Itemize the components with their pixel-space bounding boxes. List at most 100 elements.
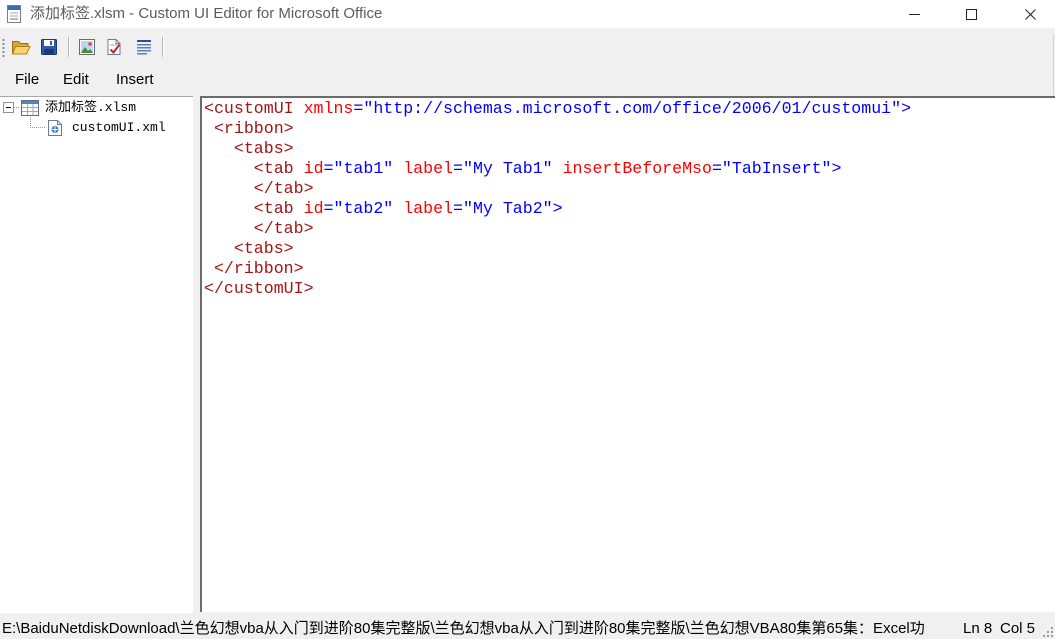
minimize-button[interactable] (891, 0, 937, 28)
xml-space-token (393, 159, 403, 178)
maximize-icon (965, 8, 977, 20)
code-line: <tabs> (204, 239, 911, 259)
tree-item-customui-xml[interactable]: customUI.xml (44, 118, 174, 138)
xml-value-token: "tab2" (333, 199, 394, 218)
xml-operator-token: = (453, 199, 463, 218)
toolbar (0, 28, 170, 66)
xml-space-token (393, 199, 403, 218)
xml-space-token (294, 99, 304, 118)
close-icon (1024, 8, 1036, 20)
xml-space-token (294, 199, 304, 218)
maximize-button[interactable] (948, 0, 994, 28)
xml-tag-token: </tab> (253, 219, 314, 238)
collapse-toggle[interactable] (3, 102, 14, 113)
xml-tag-token: </tab> (253, 179, 314, 198)
tree-item-workbook[interactable]: 添加标签.xlsm (18, 98, 158, 118)
code-line: <tab id="tab1" label="My Tab1" insertBef… (204, 159, 911, 179)
xml-tag-token: <tabs> (233, 239, 294, 258)
xml-space-token (204, 259, 214, 278)
xml-attribute-token: id (303, 199, 324, 218)
insert-icons-button[interactable] (75, 35, 99, 59)
xml-operator-token: = (453, 159, 463, 178)
toolbar-separator (68, 37, 69, 57)
xml-space-token (553, 159, 563, 178)
minimize-icon (908, 9, 920, 20)
code-content: <customUI xmlns="http://schemas.microsof… (202, 98, 911, 299)
generate-callbacks-icon (135, 38, 153, 56)
status-bar: E:\BaiduNetdiskDownload\兰色幻想vba从入门到进阶80集… (0, 618, 1055, 639)
xml-operator-token: = (323, 159, 334, 178)
open-folder-icon (11, 38, 31, 56)
menu-insert[interactable]: Insert (116, 69, 154, 91)
xml-value-token: "TabInsert" (721, 159, 832, 178)
xml-space-token (204, 159, 254, 178)
xml-attribute-token: insertBeforeMso (562, 159, 712, 178)
xml-space-token (204, 139, 234, 158)
xml-operator-token: = (353, 99, 364, 118)
xml-operator-token: > (831, 159, 842, 178)
xml-value-token: "My Tab2" (462, 199, 553, 218)
workbook-document-icon[interactable] (6, 4, 22, 24)
menu-bar: File Edit Insert (0, 66, 1055, 95)
code-line: <tab id="tab2" label="My Tab2"> (204, 199, 911, 219)
code-line: </tab> (204, 179, 911, 199)
xml-tag-token: </customUI> (204, 279, 314, 298)
xml-attribute-token: xmlns (303, 99, 354, 118)
xml-attribute-token: id (303, 159, 324, 178)
open-button[interactable] (9, 35, 33, 59)
code-line: <ribbon> (204, 119, 911, 139)
status-column: Col 5 (1000, 620, 1036, 637)
xml-tag-token: <tab (253, 199, 294, 218)
insert-picture-icon (78, 38, 96, 56)
xml-space-token (204, 219, 254, 238)
xml-value-token: "http://schemas.microsoft.com/office/200… (363, 99, 902, 118)
status-line: Ln 8 (963, 620, 993, 637)
xml-file-icon (46, 119, 64, 137)
xml-attribute-token: label (403, 159, 454, 178)
window-title: 添加标签.xlsm - Custom UI Editor for Microso… (30, 5, 383, 22)
validate-icon (105, 38, 123, 56)
xml-tag-token: <ribbon> (213, 119, 294, 138)
xml-space-token (204, 119, 214, 138)
xml-space-token (204, 179, 254, 198)
panel-splitter[interactable] (193, 96, 200, 613)
menu-edit[interactable]: Edit (63, 69, 89, 91)
xml-operator-token: = (711, 159, 722, 178)
code-line: <tabs> (204, 139, 911, 159)
menu-file[interactable]: File (15, 69, 39, 91)
xml-tag-token: <customUI (204, 99, 294, 118)
code-editor[interactable]: <customUI xmlns="http://schemas.microsof… (200, 96, 1055, 612)
xml-operator-token: = (323, 199, 334, 218)
resize-grip-icon[interactable] (1043, 627, 1054, 638)
code-line: </tab> (204, 219, 911, 239)
xml-operator-token: > (552, 199, 563, 218)
minus-icon (6, 107, 11, 108)
xml-value-token: "My Tab1" (462, 159, 553, 178)
code-line: <customUI xmlns="http://schemas.microsof… (204, 99, 911, 119)
xml-space-token (204, 199, 254, 218)
code-line: </ribbon> (204, 259, 911, 279)
toolbar-grip[interactable] (2, 38, 5, 58)
tree-line (30, 127, 45, 128)
tree-item-label: customUI.xml (72, 120, 166, 135)
tree-view[interactable]: 添加标签.xlsm customUI.xml (0, 96, 193, 613)
code-line: </customUI> (204, 279, 911, 299)
close-button[interactable] (1007, 0, 1053, 28)
save-icon (40, 38, 58, 56)
xml-tag-token: </ribbon> (213, 259, 304, 278)
status-file-path: E:\BaiduNetdiskDownload\兰色幻想vba从入门到进阶80集… (2, 620, 925, 637)
save-button[interactable] (37, 35, 61, 59)
validate-button[interactable] (102, 35, 126, 59)
xml-space-token (204, 239, 234, 258)
toolbar-separator (162, 37, 163, 57)
tree-item-label: 添加标签.xlsm (45, 100, 137, 115)
xml-tag-token: <tabs> (233, 139, 294, 158)
excel-workbook-icon (20, 99, 40, 117)
xml-attribute-token: label (403, 199, 454, 218)
generate-callbacks-button[interactable] (132, 35, 156, 59)
title-bar: 添加标签.xlsm - Custom UI Editor for Microso… (0, 0, 1055, 28)
xml-value-token: "tab1" (333, 159, 394, 178)
xml-operator-token: > (901, 99, 912, 118)
xml-tag-token: <tab (253, 159, 294, 178)
xml-space-token (294, 159, 304, 178)
